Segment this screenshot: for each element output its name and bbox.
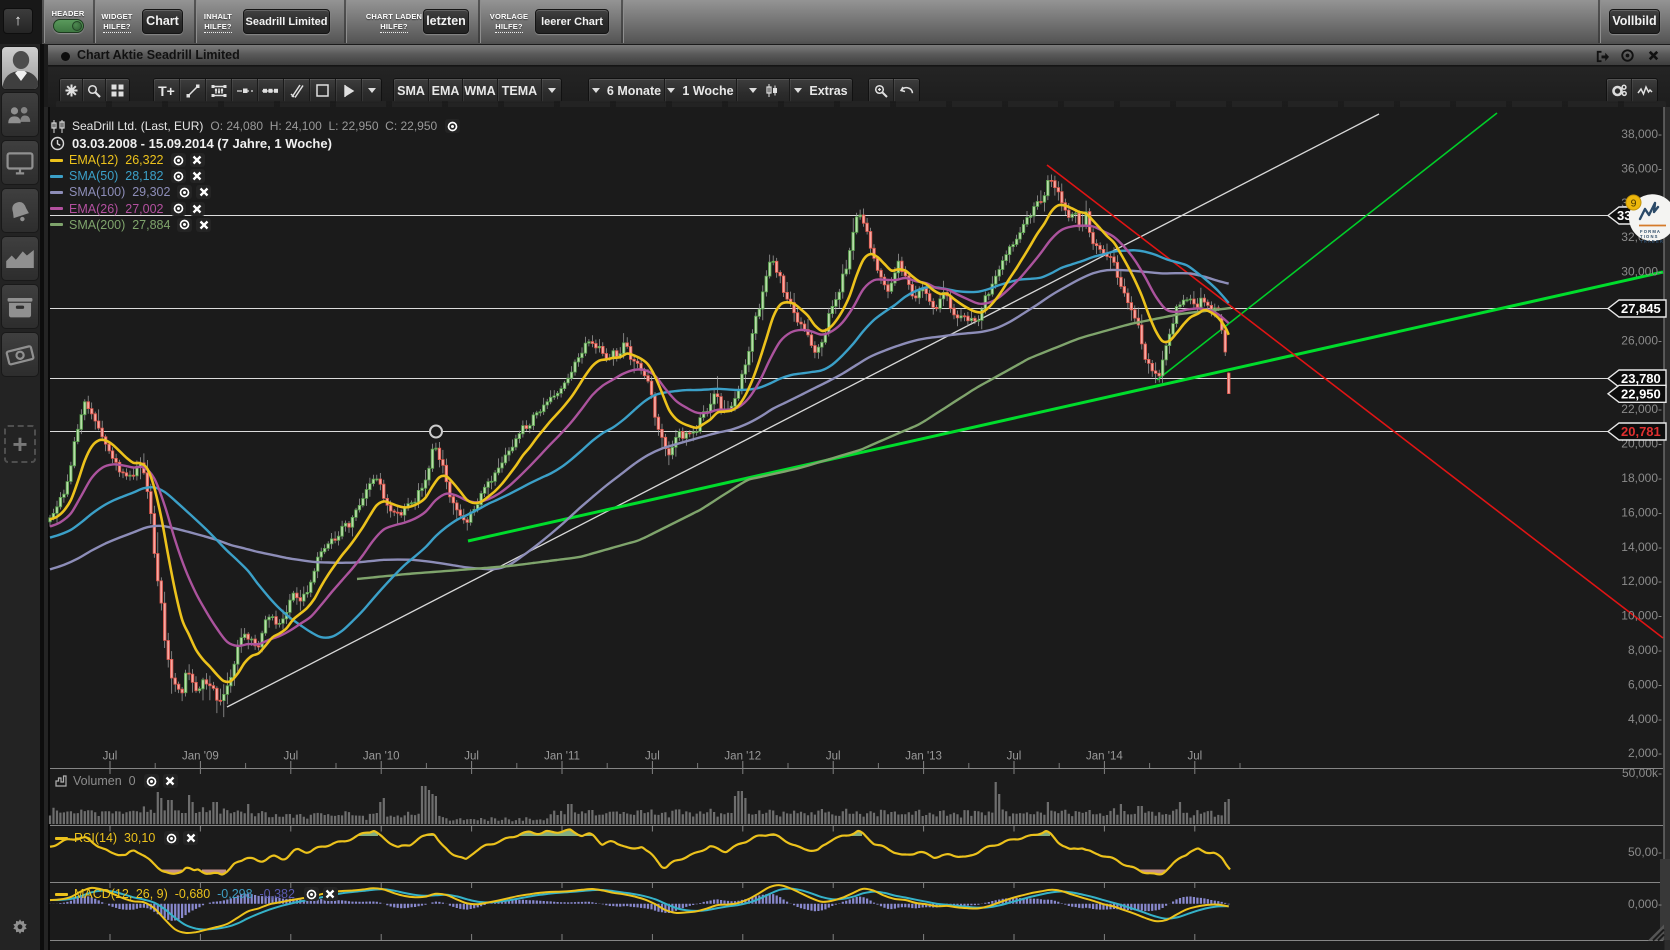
svg-text:10,000-: 10,000- (1621, 609, 1662, 623)
svg-text:8,000-: 8,000- (1628, 643, 1662, 657)
svg-text:2,000-: 2,000- (1628, 746, 1662, 760)
svg-text:16,000-: 16,000- (1621, 505, 1662, 519)
svg-text:22,000-: 22,000- (1621, 402, 1662, 416)
svg-text:Jan '14: Jan '14 (1086, 751, 1123, 763)
svg-text:Jul: Jul (645, 751, 660, 763)
svg-text:Jul: Jul (826, 751, 841, 763)
svg-text:Jan '09: Jan '09 (182, 751, 219, 763)
svg-text:9: 9 (1631, 198, 1637, 210)
svg-text:Jan '10: Jan '10 (363, 751, 400, 763)
svg-text:22,950: 22,950 (1621, 386, 1661, 401)
svg-text:23,780: 23,780 (1621, 371, 1661, 386)
svg-text:Jul: Jul (464, 751, 479, 763)
svg-text:30,000-: 30,000- (1621, 265, 1662, 279)
svg-text:Jul: Jul (283, 751, 298, 763)
svg-text:26,000-: 26,000- (1621, 333, 1662, 347)
svg-text:12,000-: 12,000- (1621, 574, 1662, 588)
svg-text:0,000-: 0,000- (1628, 897, 1662, 911)
svg-text:36,000-: 36,000- (1621, 161, 1662, 175)
svg-text:50,00-: 50,00- (1628, 845, 1662, 859)
svg-text:50,00k-: 50,00k- (1622, 766, 1662, 780)
svg-text:Jul: Jul (103, 751, 118, 763)
svg-text:18,000-: 18,000- (1621, 471, 1662, 485)
svg-text:Jul: Jul (1007, 751, 1022, 763)
svg-text:27,845: 27,845 (1621, 301, 1661, 316)
svg-text:20,781: 20,781 (1621, 424, 1661, 439)
svg-text:14,000-: 14,000- (1621, 540, 1662, 554)
svg-text:T R A D E R: T R A D E R (1640, 239, 1663, 244)
svg-text:38,000-: 38,000- (1621, 127, 1662, 141)
svg-text:Jan '11: Jan '11 (544, 751, 580, 763)
svg-text:Jul: Jul (1187, 751, 1202, 763)
svg-text:Jan '12: Jan '12 (724, 751, 761, 763)
svg-text:Jan '13: Jan '13 (905, 751, 942, 763)
svg-text:4,000-: 4,000- (1628, 712, 1662, 726)
svg-text:6,000-: 6,000- (1628, 677, 1662, 691)
